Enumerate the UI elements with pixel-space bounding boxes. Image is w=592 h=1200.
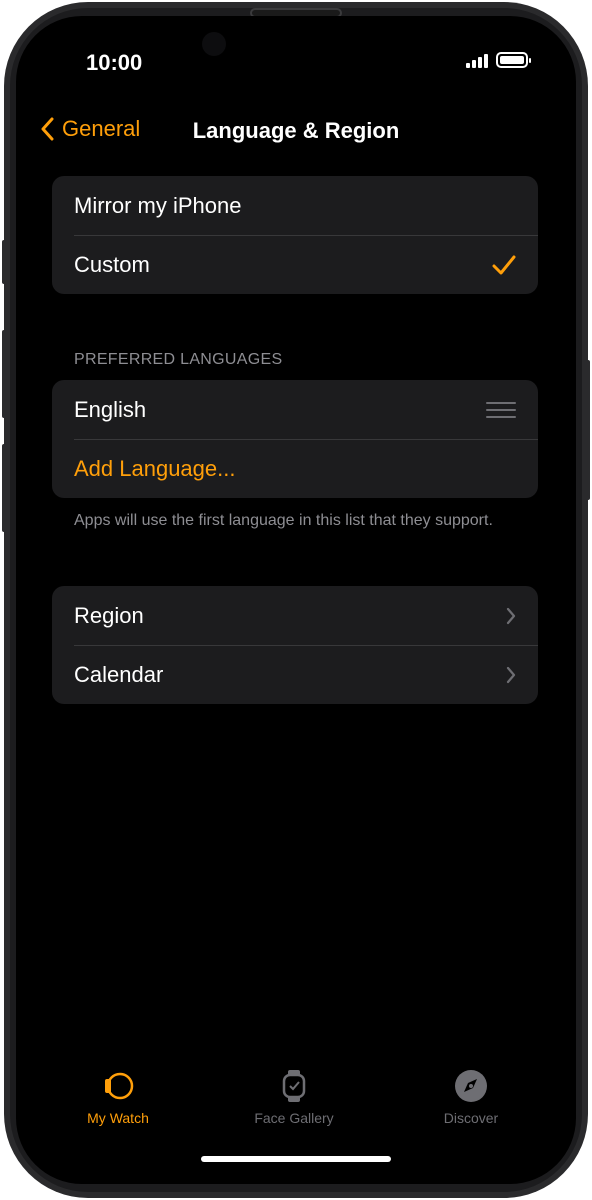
calendar-row[interactable]: Calendar (52, 645, 538, 704)
preferred-languages-group: English Add Language... (52, 380, 538, 498)
status-icons (466, 52, 531, 68)
add-language-button[interactable]: Add Language... (52, 439, 538, 498)
region-calendar-group: Region Calendar (52, 586, 538, 704)
my-watch-icon (105, 1072, 134, 1100)
row-label: Region (74, 602, 144, 628)
region-row[interactable]: Region (52, 586, 538, 645)
volume-down-button (2, 444, 6, 532)
status-time: 10:00 (86, 50, 143, 75)
option-label: Custom (74, 251, 150, 277)
cellular-signal-icon (466, 53, 488, 68)
discover-icon (455, 1070, 487, 1102)
checkmark-icon (492, 255, 516, 274)
volume-up-button (2, 330, 6, 418)
languages-footer-note: Apps will use the first language in this… (74, 512, 493, 529)
home-indicator[interactable] (201, 1156, 391, 1162)
reorder-handle-icon[interactable] (486, 401, 516, 418)
tab-discover[interactable]: Discover (391, 1068, 551, 1126)
page-title: Language & Region (16, 118, 576, 144)
power-button (586, 360, 590, 500)
face-gallery-icon (282, 1070, 306, 1102)
chevron-right-icon (506, 666, 516, 683)
tab-my-watch[interactable]: My Watch (38, 1068, 198, 1126)
front-camera (202, 32, 226, 56)
tab-label: My Watch (87, 1110, 149, 1126)
battery-level (500, 56, 524, 64)
option-label: Mirror my iPhone (74, 192, 242, 218)
language-label: English (74, 396, 147, 422)
tab-label: Face Gallery (254, 1110, 334, 1126)
screen: 10:00 General Language & Region Mirror m… (16, 16, 576, 1184)
battery-icon (496, 52, 531, 68)
language-row-english[interactable]: English (52, 380, 538, 439)
page-title-text: Language & Region (192, 118, 400, 143)
navigation-bar: General Language & Region (16, 108, 576, 152)
action-button (2, 240, 6, 284)
language-mode-group: Mirror my iPhone Custom (52, 176, 538, 294)
tab-face-gallery[interactable]: Face Gallery (214, 1068, 374, 1126)
tab-label: Discover (443, 1110, 499, 1126)
add-language-label: Add Language... (74, 455, 236, 481)
custom-option[interactable]: Custom (52, 235, 538, 294)
mirror-iphone-option[interactable]: Mirror my iPhone (52, 176, 538, 235)
section-header-preferred-languages: PREFERRED LANGUAGES (74, 351, 283, 368)
row-label: Calendar (74, 661, 164, 687)
chevron-right-icon (506, 607, 516, 624)
